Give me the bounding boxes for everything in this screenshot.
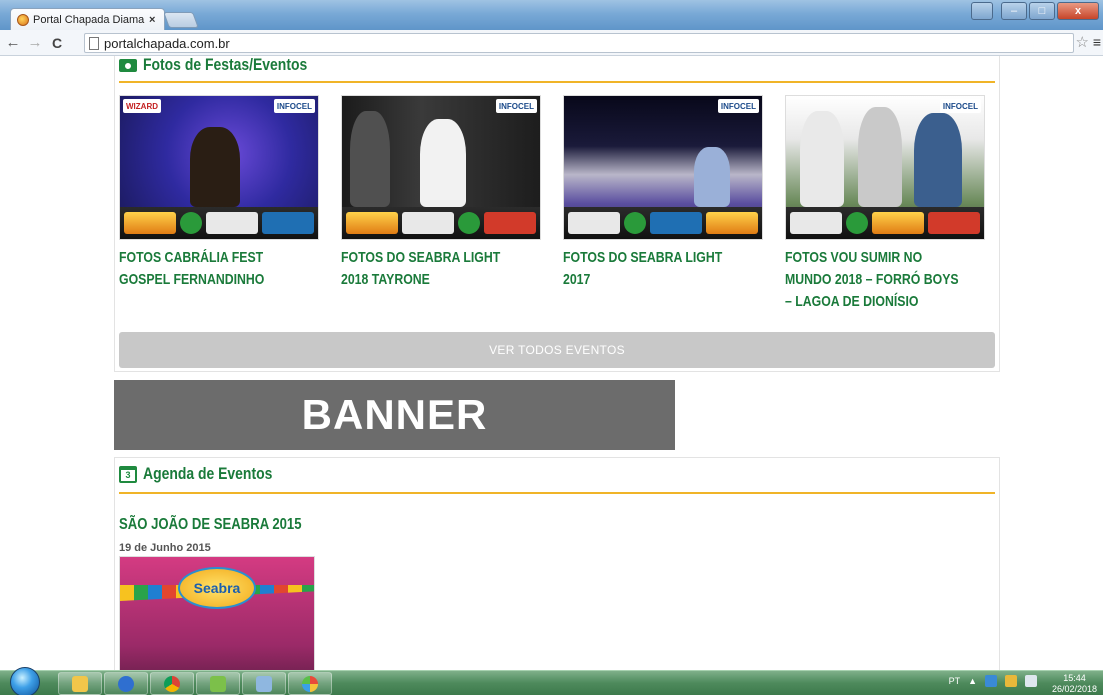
sponsor-strip	[564, 207, 762, 239]
paint-icon	[302, 675, 318, 692]
address-bar[interactable]: portalchapada.com.br	[84, 33, 1074, 53]
agenda-header: 3 Agenda de Eventos	[119, 464, 301, 484]
banner-text: BANNER	[301, 391, 488, 438]
maximize-button[interactable]: □	[1029, 2, 1055, 20]
performer-figure	[800, 111, 844, 207]
sponsor-strip	[120, 207, 318, 239]
performer-figure	[694, 147, 730, 207]
app-icon	[210, 675, 226, 692]
event-thumbnail[interactable]: INFOCEL	[785, 95, 985, 240]
festas-section-title: Fotos de Festas/Eventos	[143, 56, 308, 74]
performer-figure	[190, 127, 240, 207]
performer-figure	[914, 113, 962, 207]
minimize-button[interactable]: –	[1001, 2, 1027, 20]
festas-header: Fotos de Festas/Eventos	[119, 56, 343, 75]
system-clock[interactable]: 15:44 26/02/2018	[1052, 673, 1097, 695]
page-icon	[89, 36, 99, 50]
agenda-event-poster[interactable]: Seabra	[119, 556, 315, 670]
taskbar-app-button[interactable]	[242, 672, 286, 695]
poster-text: Seabra	[193, 580, 241, 596]
poster-badge: Seabra	[178, 567, 256, 609]
browser-titlebar: Portal Chapada Diamanti × – □ x	[0, 0, 1103, 30]
event-title-link[interactable]: FOTOS CABRÁLIA FEST GOSPEL FERNANDINHO	[119, 247, 295, 291]
camera-icon	[119, 58, 137, 72]
reload-icon[interactable]: C	[48, 35, 66, 51]
performer-figure	[420, 119, 466, 207]
agenda-event-date: 19 de Junho 2015	[119, 542, 211, 554]
event-title-link[interactable]: FOTOS DO SEABRA LIGHT 2018 TAYRONE	[341, 247, 517, 291]
ad-banner[interactable]: BANNER	[114, 380, 675, 450]
clock-date: 26/02/2018	[1051, 684, 1097, 694]
sponsor-logo: WIZARD	[123, 99, 161, 113]
media-player-icon	[118, 675, 134, 692]
event-thumbnail[interactable]: INFOCEL	[563, 95, 763, 240]
sponsor-logo: INFOCEL	[939, 99, 981, 113]
tray-app-icon[interactable]	[1005, 675, 1017, 687]
tab-close-icon[interactable]: ×	[149, 14, 155, 26]
browser-toolbar: ← → C portalchapada.com.br ☆ ≡	[0, 30, 1103, 56]
event-thumbnail[interactable]: INFOCEL	[341, 95, 541, 240]
sponsor-strip	[786, 207, 984, 239]
browser-tab[interactable]: Portal Chapada Diamanti ×	[10, 8, 165, 30]
page-viewport: Fotos de Festas/Eventos WIZARD INFOCEL F…	[0, 56, 1103, 670]
system-tray: PT ▲	[949, 675, 1037, 687]
window-controls: – □ x	[971, 2, 1099, 20]
event-title-link[interactable]: FOTOS VOU SUMIR NO MUNDO 2018 – FORRÓ BO…	[785, 247, 961, 313]
performer-figure	[858, 107, 902, 207]
clock-time: 15:44	[1063, 673, 1086, 683]
app-icon	[256, 675, 272, 692]
event-thumbnail[interactable]: WIZARD INFOCEL	[119, 95, 319, 240]
url-text[interactable]: portalchapada.com.br	[104, 36, 230, 51]
tray-expand-icon[interactable]: ▲	[968, 676, 977, 686]
section-divider	[119, 492, 995, 494]
agenda-event-title-link[interactable]: SÃO JOÃO DE SEABRA 2015	[119, 516, 302, 534]
chrome-icon	[164, 675, 180, 692]
taskbar-chrome-button[interactable]	[150, 672, 194, 695]
language-indicator[interactable]: PT	[949, 676, 961, 686]
event-title-link[interactable]: FOTOS DO SEABRA LIGHT 2017	[563, 247, 739, 291]
view-all-events-button[interactable]: VER TODOS EVENTOS	[119, 332, 995, 368]
festas-section: Fotos de Festas/Eventos WIZARD INFOCEL F…	[114, 56, 1000, 372]
tray-app-icon[interactable]	[985, 675, 997, 687]
new-tab-button[interactable]	[163, 12, 199, 28]
os-taskbar: PT ▲ 15:44 26/02/2018	[0, 667, 1103, 695]
sponsor-logo: INFOCEL	[717, 99, 759, 113]
agenda-section: 3 Agenda de Eventos SÃO JOÃO DE SEABRA 2…	[114, 457, 1000, 670]
sponsor-logo: INFOCEL	[273, 99, 315, 113]
performer-figure	[350, 111, 390, 207]
sponsor-strip	[342, 207, 540, 239]
bookmark-star-icon[interactable]: ☆	[1076, 33, 1089, 51]
taskbar-media-button[interactable]	[104, 672, 148, 695]
browser-menu-icon[interactable]: ≡	[1093, 34, 1101, 50]
section-divider	[119, 81, 995, 83]
forward-arrow-icon[interactable]: →	[26, 34, 44, 51]
taskbar-paint-button[interactable]	[288, 672, 332, 695]
taskbar-app-button[interactable]	[196, 672, 240, 695]
agenda-section-title: Agenda de Eventos	[143, 464, 273, 483]
user-profile-icon[interactable]	[971, 2, 993, 20]
taskbar-explorer-button[interactable]	[58, 672, 102, 695]
back-arrow-icon[interactable]: ←	[4, 34, 22, 51]
start-button[interactable]	[10, 667, 40, 695]
tab-title: Portal Chapada Diamanti	[33, 13, 145, 26]
folder-icon	[72, 675, 88, 692]
calendar-icon: 3	[119, 465, 137, 483]
close-window-button[interactable]: x	[1057, 2, 1099, 20]
sponsor-logo: INFOCEL	[495, 99, 537, 113]
volume-icon[interactable]	[1025, 675, 1037, 687]
site-favicon-icon	[17, 13, 29, 26]
